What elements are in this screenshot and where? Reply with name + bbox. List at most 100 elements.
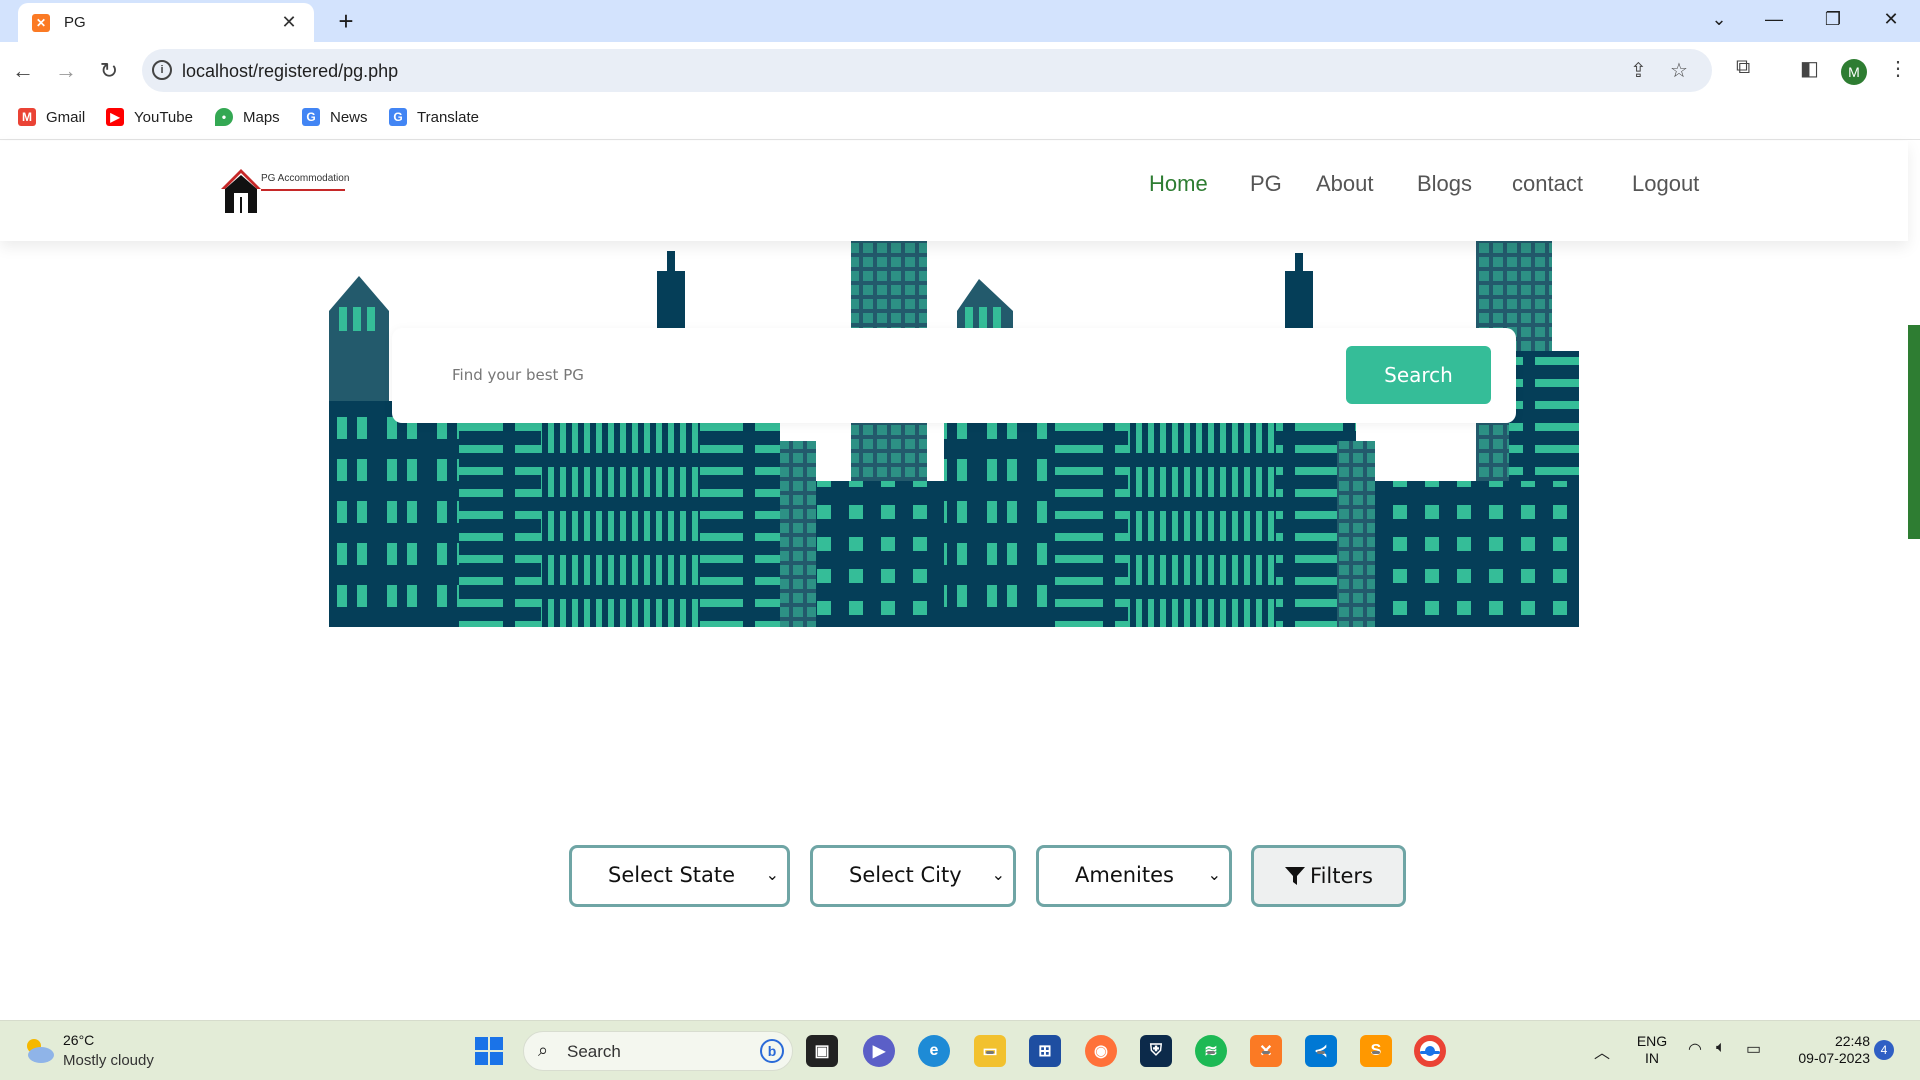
- task-view-icon[interactable]: ▣: [806, 1035, 838, 1067]
- search-input[interactable]: [452, 352, 1332, 398]
- running-indicator: [1372, 1051, 1380, 1054]
- tab-title: PG: [64, 14, 86, 31]
- nav-home[interactable]: Home: [1149, 171, 1208, 197]
- gmail-icon: M: [18, 108, 36, 126]
- search-button[interactable]: Search: [1346, 346, 1491, 404]
- bookmark-maps[interactable]: • Maps: [215, 108, 280, 126]
- weather-description[interactable]: Mostly cloudy: [63, 1052, 154, 1069]
- edge-icon[interactable]: e: [918, 1035, 950, 1067]
- menu-icon[interactable]: ⋮: [1888, 56, 1908, 81]
- bing-icon[interactable]: b: [760, 1039, 784, 1063]
- chevron-down-icon: ⌄: [1207, 865, 1221, 884]
- city-select-label: Select City: [849, 863, 962, 887]
- state-select-label: Select State: [608, 863, 736, 887]
- search-panel: Search: [392, 328, 1516, 423]
- teams-chat-icon[interactable]: ▶: [863, 1035, 895, 1067]
- address-bar[interactable]: i localhost/registered/pg.php ⇪ ☆: [142, 49, 1712, 92]
- restore-button[interactable]: ❐: [1813, 4, 1853, 34]
- tab-search-chevron-icon[interactable]: ⌄: [1699, 4, 1739, 34]
- nav-logout[interactable]: Logout: [1632, 171, 1699, 197]
- taskbar-search-label: Search: [567, 1042, 621, 1061]
- language-indicator[interactable]: ENG IN: [1634, 1033, 1670, 1067]
- page-scrollbar[interactable]: [1908, 325, 1920, 539]
- new-tab-button[interactable]: +: [329, 6, 363, 36]
- maps-icon: •: [215, 108, 233, 126]
- chevron-down-icon: ⌄: [991, 865, 1005, 884]
- filter-funnel-icon: [1285, 867, 1306, 885]
- hero-banner: [329, 241, 1579, 627]
- forward-button[interactable]: →: [49, 54, 83, 88]
- nav-blogs[interactable]: Blogs: [1417, 171, 1472, 197]
- xampp-favicon-icon: ✕: [32, 13, 50, 32]
- amenities-select[interactable]: Amenites ⌄: [1036, 845, 1232, 907]
- weather-temperature[interactable]: 26°C: [63, 1032, 94, 1048]
- running-indicator: [986, 1051, 994, 1054]
- chevron-down-icon: ⌄: [765, 865, 779, 884]
- clock-date: 09-07-2023: [1798, 1050, 1870, 1066]
- battery-icon[interactable]: ▭: [1746, 1039, 1761, 1059]
- site-header: PG Accommodation Home PG About Blogs con…: [0, 141, 1908, 241]
- running-indicator: [1262, 1051, 1270, 1054]
- bookmark-label: Translate: [417, 108, 479, 126]
- browser-toolbar: ← → ↻ i localhost/registered/pg.php ⇪ ☆ …: [0, 42, 1920, 100]
- minimize-button[interactable]: —: [1754, 4, 1794, 34]
- site-logo[interactable]: PG Accommodation: [219, 167, 349, 215]
- filters-button-label: Filters: [1310, 864, 1373, 888]
- running-indicator: [1317, 1051, 1325, 1054]
- nav-contact[interactable]: contact: [1512, 171, 1583, 197]
- url-text[interactable]: localhost/registered/pg.php: [182, 61, 398, 82]
- share-icon[interactable]: ⇪: [1630, 58, 1647, 83]
- logo-underline: [261, 189, 345, 191]
- site-info-icon[interactable]: i: [152, 60, 172, 80]
- language-code: ENG: [1636, 1033, 1668, 1049]
- bookmark-label: News: [330, 108, 368, 126]
- close-window-button[interactable]: ✕: [1871, 4, 1911, 34]
- clock[interactable]: 22:48 09-07-2023: [1782, 1033, 1870, 1067]
- clock-time: 22:48: [1834, 1033, 1870, 1049]
- amenities-select-label: Amenites: [1075, 863, 1174, 887]
- bookmark-star-icon[interactable]: ☆: [1670, 58, 1688, 83]
- news-icon: G: [302, 108, 320, 126]
- back-button[interactable]: ←: [6, 54, 40, 88]
- browser-tab[interactable]: ✕ PG ✕: [18, 3, 314, 42]
- bookmark-gmail[interactable]: M Gmail: [18, 108, 85, 126]
- region-code: IN: [1645, 1050, 1659, 1066]
- bookmarks-bar: M Gmail ▶ YouTube • Maps G News G Transl…: [0, 100, 1920, 140]
- nav-about[interactable]: About: [1316, 171, 1374, 197]
- show-hidden-icons-chevron-icon[interactable]: ︿: [1594, 1039, 1610, 1063]
- bookmark-label: Gmail: [46, 108, 86, 126]
- nav-pg[interactable]: PG: [1250, 171, 1282, 197]
- bookmark-youtube[interactable]: ▶ YouTube: [106, 108, 193, 126]
- volume-icon[interactable]: 🔈︎: [1716, 1039, 1726, 1057]
- reload-button[interactable]: ↻: [92, 54, 126, 88]
- search-icon: ⌕: [538, 1040, 549, 1060]
- city-skyline-illustration: [329, 241, 1579, 627]
- windows-taskbar: 26°C Mostly cloudy ⌕ Search b ▣ ▶ e ▭ ⊞ …: [0, 1020, 1920, 1080]
- taskbar-search[interactable]: ⌕ Search b: [523, 1031, 793, 1071]
- bookmark-translate[interactable]: G Translate: [389, 108, 479, 126]
- city-select[interactable]: Select City ⌄: [810, 845, 1016, 907]
- state-select[interactable]: Select State ⌄: [569, 845, 790, 907]
- cloudy-weather-icon[interactable]: [22, 1036, 56, 1064]
- bookmark-label: Maps: [243, 108, 280, 126]
- filters-button[interactable]: Filters: [1251, 845, 1406, 907]
- mysql-workbench-icon[interactable]: ⛨: [1140, 1035, 1172, 1067]
- close-tab-icon[interactable]: ✕: [278, 12, 300, 33]
- running-indicator: [1207, 1051, 1215, 1054]
- notification-badge[interactable]: 4: [1874, 1040, 1894, 1060]
- browser-tab-bar: ✕ PG ✕ + ⌄ — ❐ ✕: [0, 0, 1920, 42]
- bookmark-label: YouTube: [134, 108, 193, 126]
- youtube-icon: ▶: [106, 108, 124, 126]
- logo-text: PG Accommodation: [261, 173, 350, 184]
- windows-start-icon[interactable]: [473, 1035, 505, 1067]
- bookmark-news[interactable]: G News: [302, 108, 368, 126]
- side-panel-icon[interactable]: ◧: [1800, 56, 1819, 81]
- extensions-icon[interactable]: ⧉: [1736, 56, 1750, 79]
- house-logo-icon: [221, 169, 261, 213]
- wifi-icon[interactable]: ◠: [1688, 1039, 1702, 1059]
- microsoft-store-icon[interactable]: ⊞: [1029, 1035, 1061, 1067]
- firefox-icon[interactable]: ◉: [1085, 1035, 1117, 1067]
- active-app-indicator: [1420, 1051, 1440, 1054]
- translate-icon: G: [389, 108, 407, 126]
- profile-avatar[interactable]: M: [1841, 59, 1867, 85]
